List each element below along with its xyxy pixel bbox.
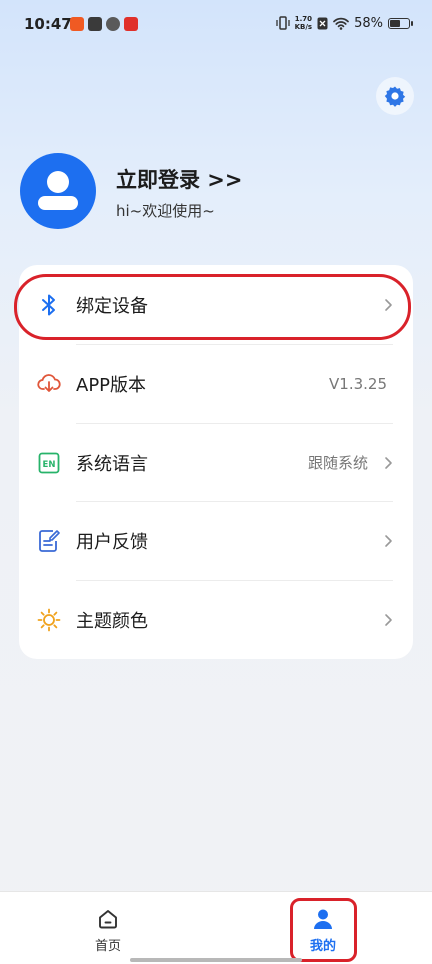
- person-avatar-icon: [38, 171, 78, 210]
- chevron-right-icon: [385, 456, 392, 469]
- battery-icon: [388, 17, 413, 29]
- language-en-icon: EN: [37, 451, 61, 475]
- nav-label-home: 首页: [94, 939, 121, 954]
- nav-label-mine: 我的: [309, 939, 336, 954]
- mail-notification-icon: [88, 17, 102, 31]
- bluetooth-icon: [37, 293, 61, 317]
- nav-tab-home[interactable]: 首页: [78, 892, 138, 964]
- person-icon: [314, 909, 332, 929]
- menu-item-theme-color[interactable]: 主题颜色: [19, 580, 413, 659]
- menu-label: 用户反馈: [76, 531, 148, 553]
- menu-item-app-version[interactable]: APP版本 V1.3.25: [19, 344, 413, 423]
- avatar[interactable]: [20, 153, 96, 229]
- wifi-icon: [333, 17, 349, 30]
- battery-fill: [390, 19, 401, 27]
- nav-tab-mine[interactable]: 我的: [293, 892, 353, 964]
- status-bar: 10:47 1.70 KB/s 58%: [0, 0, 432, 50]
- wechat-notification-icon: [106, 17, 120, 31]
- battery-percent: 58%: [354, 15, 383, 31]
- menu-label: 系统语言: [76, 453, 148, 475]
- sim-off-icon: [317, 17, 328, 29]
- shop-notification-icon: [124, 17, 138, 31]
- settings-button[interactable]: [376, 77, 414, 115]
- vibrate-icon: [275, 16, 290, 30]
- svg-text:EN: EN: [43, 460, 56, 470]
- menu-item-system-language[interactable]: EN 系统语言 跟随系统: [19, 423, 413, 502]
- chevron-right-icon: [385, 298, 392, 311]
- menu-item-bind-device[interactable]: 绑定设备: [19, 265, 413, 344]
- app-version-value: V1.3.25: [329, 374, 387, 393]
- menu-label: APP版本: [76, 374, 147, 396]
- bottom-navigation: 首页 我的: [0, 891, 432, 964]
- welcome-text: hi~欢迎使用~: [116, 202, 215, 220]
- feedback-icon: [37, 529, 61, 553]
- app-notification-icon: [70, 17, 84, 31]
- status-indicators: 1.70 KB/s 58%: [275, 15, 413, 31]
- login-link[interactable]: 立即登录 >>: [116, 164, 243, 194]
- settings-menu-card: 绑定设备 APP版本 V1.3.25 EN 系统语言 跟随系统 用户反馈 主题颜…: [19, 265, 413, 659]
- home-indicator[interactable]: [130, 958, 302, 962]
- language-value: 跟随系统: [307, 454, 368, 472]
- status-time: 10:47: [24, 15, 72, 33]
- notification-icons: [70, 17, 138, 31]
- menu-label: 主题颜色: [76, 610, 148, 632]
- menu-item-feedback[interactable]: 用户反馈: [19, 501, 413, 580]
- sun-icon: [37, 608, 61, 632]
- menu-label: 绑定设备: [76, 295, 148, 317]
- gear-icon: [384, 86, 406, 107]
- net-speed-unit: KB/s: [294, 23, 313, 31]
- net-speed-value: 1.70: [294, 15, 312, 23]
- cloud-download-icon: [37, 372, 61, 396]
- chevron-right-icon: [385, 613, 392, 626]
- chevron-right-icon: [385, 534, 392, 547]
- net-speed: 1.70 KB/s: [295, 15, 312, 31]
- home-icon: [99, 910, 117, 929]
